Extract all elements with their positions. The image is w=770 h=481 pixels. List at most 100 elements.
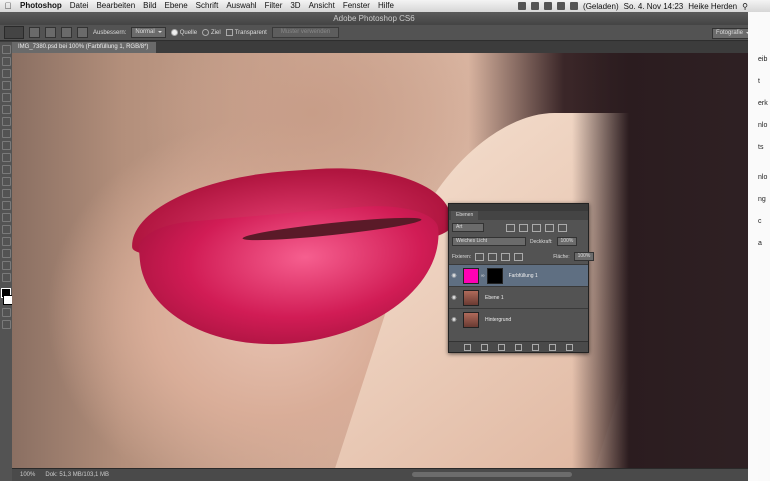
- user-name[interactable]: Heike Herden: [688, 2, 737, 11]
- layer-row[interactable]: ◉ Ebene 1: [449, 286, 588, 308]
- marquee-tool-icon[interactable]: [2, 57, 11, 66]
- quelle-radio[interactable]: Quelle: [170, 28, 198, 37]
- filter-shape-icon[interactable]: [545, 223, 554, 232]
- opacity-input[interactable]: 100%: [556, 237, 578, 246]
- layer-name: Hintergrund: [485, 316, 512, 323]
- volume-icon[interactable]: [557, 2, 566, 10]
- filter-smart-icon[interactable]: [558, 223, 567, 232]
- ziel-radio[interactable]: Ziel: [202, 28, 221, 36]
- add-selection-icon[interactable]: [45, 27, 56, 38]
- pen-tool-icon[interactable]: [2, 213, 11, 222]
- shape-tool-icon[interactable]: [2, 249, 11, 258]
- tab-ebenen[interactable]: Ebenen: [451, 211, 479, 220]
- menu-ebene[interactable]: Ebene: [161, 0, 192, 12]
- healing-tool-icon[interactable]: [2, 117, 11, 126]
- dodge-tool-icon[interactable]: [2, 201, 11, 210]
- wifi-icon[interactable]: [544, 2, 553, 10]
- adjustment-icon[interactable]: [515, 343, 522, 351]
- link-icon[interactable]: [464, 343, 471, 351]
- crop-tool-icon[interactable]: [2, 93, 11, 102]
- stamp-tool-icon[interactable]: [2, 141, 11, 150]
- filter-type-icon[interactable]: [532, 223, 541, 232]
- layer-row[interactable]: ◉ ∞ Farbfüllung 1: [449, 264, 588, 286]
- bg-doc-line: ts: [758, 144, 764, 151]
- panel-header[interactable]: [449, 204, 588, 211]
- menubar-status: (Geladen) So. 4. Nov 14:23 Heike Herden …: [518, 2, 770, 11]
- blend-mode-select[interactable]: Weiches Licht: [452, 237, 526, 246]
- menu-bearbeiten[interactable]: Bearbeiten: [92, 0, 139, 12]
- mode-select[interactable]: Normal: [131, 27, 166, 38]
- filter-adjustment-icon[interactable]: [519, 223, 528, 232]
- filter-pixel-icon[interactable]: [506, 223, 515, 232]
- zoom-level[interactable]: 100%: [20, 472, 35, 478]
- lasso-tool-icon[interactable]: [2, 69, 11, 78]
- eye-icon[interactable]: ◉: [449, 316, 459, 323]
- horizontal-scrollbar[interactable]: [412, 472, 572, 477]
- eye-icon[interactable]: ◉: [449, 272, 459, 279]
- new-selection-icon[interactable]: [29, 27, 40, 38]
- document-canvas[interactable]: [12, 53, 748, 468]
- eyedropper-tool-icon[interactable]: [2, 105, 11, 114]
- battery-icon[interactable]: [570, 2, 579, 10]
- clock[interactable]: So. 4. Nov 14:23: [624, 2, 684, 11]
- quelle-label: Quelle: [179, 30, 198, 37]
- hand-tool-icon[interactable]: [2, 261, 11, 270]
- menu-ansicht[interactable]: Ansicht: [305, 0, 339, 12]
- quick-select-tool-icon[interactable]: [2, 81, 11, 90]
- screen-mode-icon[interactable]: [2, 320, 11, 329]
- gradient-tool-icon[interactable]: [2, 177, 11, 186]
- bg-doc-line: nlo: [758, 122, 768, 129]
- bluetooth-icon[interactable]: [531, 2, 540, 10]
- menu-datei[interactable]: Datei: [66, 0, 93, 12]
- lock-pixels-icon[interactable]: [488, 252, 498, 261]
- fx-icon[interactable]: [481, 343, 488, 351]
- patch-tool-icon[interactable]: [4, 26, 24, 39]
- intersect-selection-icon[interactable]: [77, 27, 88, 38]
- lock-all-icon[interactable]: [514, 252, 524, 261]
- transparent-checkbox[interactable]: Transparent: [225, 28, 267, 36]
- bg-doc-line: ng: [758, 196, 766, 203]
- muster-button[interactable]: Muster verwenden: [271, 27, 340, 38]
- group-icon[interactable]: [532, 343, 539, 351]
- bg-doc-line: eib: [758, 56, 768, 63]
- move-tool-icon[interactable]: [2, 45, 11, 54]
- dropbox-icon[interactable]: [518, 2, 527, 10]
- type-tool-icon[interactable]: [2, 225, 11, 234]
- doc-size[interactable]: Dok: 51,3 MB/103,1 MB: [45, 472, 109, 478]
- document-tab[interactable]: IMG_7380.psd bei 100% (Farbfüllung 1, RG…: [12, 42, 157, 53]
- eye-icon[interactable]: ◉: [449, 294, 459, 301]
- menu-fenster[interactable]: Fenster: [339, 0, 374, 12]
- chain-icon[interactable]: ∞: [481, 273, 485, 279]
- apple-icon[interactable]: : [0, 1, 16, 11]
- layer-mask-thumbnail[interactable]: [486, 267, 503, 284]
- lock-position-icon[interactable]: [501, 252, 511, 261]
- menu-app[interactable]: Photoshop: [16, 0, 66, 12]
- history-brush-icon[interactable]: [2, 153, 11, 162]
- fill-input[interactable]: 100%: [573, 252, 595, 261]
- filter-kind-select[interactable]: Art: [452, 223, 484, 232]
- menu-bild[interactable]: Bild: [139, 0, 160, 12]
- menu-filter[interactable]: Filter: [261, 0, 287, 12]
- path-select-tool-icon[interactable]: [2, 237, 11, 246]
- bg-doc-line: nlo: [758, 174, 768, 181]
- menu-schrift[interactable]: Schrift: [192, 0, 223, 12]
- new-layer-icon[interactable]: [549, 343, 556, 351]
- checkbox-icon: [225, 28, 233, 36]
- opacity-label: Deckkraft:: [530, 238, 553, 245]
- menu-hilfe[interactable]: Hilfe: [374, 0, 398, 12]
- brush-tool-icon[interactable]: [2, 129, 11, 138]
- layer-thumbnail: [463, 289, 479, 306]
- search-icon[interactable]: ⚲: [742, 2, 748, 11]
- lock-transparent-icon[interactable]: [475, 252, 485, 261]
- bg-doc-line: a: [758, 240, 762, 247]
- menu-auswahl[interactable]: Auswahl: [222, 0, 260, 12]
- zoom-tool-icon[interactable]: [2, 273, 11, 282]
- menu-3d[interactable]: 3D: [286, 0, 304, 12]
- subtract-selection-icon[interactable]: [61, 27, 72, 38]
- eraser-tool-icon[interactable]: [2, 165, 11, 174]
- quick-mask-icon[interactable]: [2, 308, 11, 317]
- layer-row[interactable]: ◉ Hintergrund: [449, 308, 588, 330]
- mask-icon[interactable]: [498, 343, 505, 351]
- trash-icon[interactable]: [566, 343, 573, 351]
- blur-tool-icon[interactable]: [2, 189, 11, 198]
